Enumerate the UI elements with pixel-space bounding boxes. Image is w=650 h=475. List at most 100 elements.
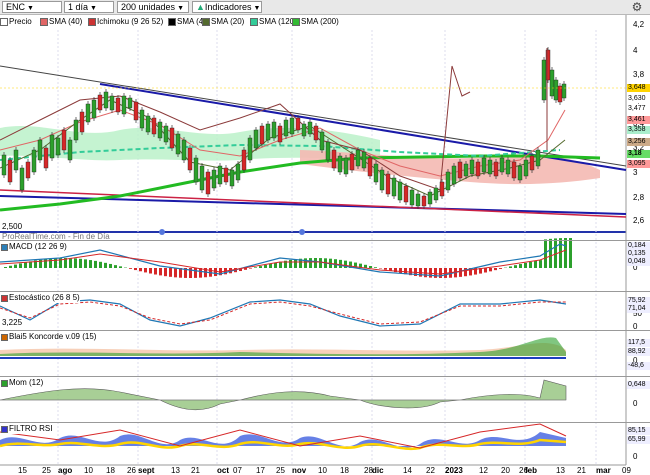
panel-value-tag: -48,6 [627, 362, 650, 370]
price-tick-label: 2,8 [633, 193, 645, 202]
candle-body [355, 149, 361, 167]
price-tick-label: 3,8 [633, 70, 645, 79]
price-value-tag: 3,18 [627, 150, 650, 158]
candle-body [529, 155, 535, 171]
candle-body [265, 123, 271, 141]
candle-body [277, 125, 283, 143]
candle-body [223, 167, 229, 183]
candle-body [403, 185, 409, 203]
indicator-panel: FILTRO RSI [0, 422, 650, 464]
candle-body [391, 177, 397, 197]
date-tick-label: 26 [127, 466, 136, 475]
candle-body [13, 149, 19, 171]
indicator-panel: MACD (12 26 9) [0, 240, 650, 290]
candle-body [43, 147, 49, 169]
date-tick-label: ago [58, 466, 73, 475]
candle-body [343, 157, 349, 175]
panel-label[interactable]: MACD (12 26 9) [1, 242, 67, 252]
candle-body [469, 159, 475, 175]
candle-body [337, 155, 343, 173]
price-value-tag: 3,461 [627, 116, 650, 124]
trendline-red [0, 189, 627, 218]
price-low-label: 2,500 [2, 222, 23, 231]
panel-swatch [1, 295, 8, 302]
date-tick-label: 25 [42, 466, 51, 475]
date-tick-label: sept [138, 466, 155, 475]
price-tick-label: 4 [633, 46, 638, 55]
candle-body [37, 139, 43, 161]
date-tick-label: oct [217, 466, 229, 475]
candle-body [25, 161, 31, 179]
panel-label[interactable]: Mom (12) [1, 378, 44, 388]
panel-label[interactable]: Blai5 Koncorde v.09 (15) [1, 332, 97, 342]
indicator-panel: Mom (12) [0, 376, 650, 421]
candle-body [557, 85, 563, 103]
panel-swatch [1, 244, 8, 251]
candle-body [91, 99, 97, 119]
date-tick-label: 25 [276, 466, 285, 475]
candle-body [307, 121, 313, 135]
candle-body [397, 181, 403, 201]
price-tick-label: 3 [633, 168, 638, 177]
candle-body [295, 117, 301, 131]
panel-value-tag: 65,99 [627, 436, 650, 444]
panel-label[interactable]: Estocástico (26 8 5) [1, 293, 80, 303]
date-tick-label: 10 [318, 466, 327, 475]
candle-body [217, 165, 223, 185]
date-tick-label: nov [292, 466, 307, 475]
panel-value-tag: 0,184 [627, 242, 650, 250]
candle-body [247, 137, 253, 161]
candle-body [523, 159, 529, 177]
date-tick-label: 07 [233, 466, 242, 475]
candle-body [253, 129, 259, 149]
panel-value-tag: 0,135 [627, 250, 650, 258]
candle-body [319, 131, 325, 151]
price-value-tag: 3,256 [627, 138, 650, 146]
panel-swatch [1, 426, 8, 433]
candle-body [115, 97, 121, 113]
candle-body [31, 149, 37, 173]
panel-label[interactable]: FILTRO RSI [1, 424, 53, 434]
candle-body [49, 134, 55, 159]
candle-body [103, 91, 109, 109]
candle-body [109, 95, 115, 111]
candle-body [445, 171, 451, 191]
price-value-tag: 3,630 [627, 95, 650, 103]
panel-value-tag: 0,048 [627, 258, 650, 266]
indicator-panel: Estocástico (26 8 5) [0, 291, 650, 329]
candle-body [241, 149, 247, 171]
candle-body [373, 163, 379, 183]
date-tick-label: 12 [479, 466, 488, 475]
panel-value-tag: 117,5 [627, 339, 650, 347]
candle-body [499, 157, 505, 173]
dividend-marker[interactable] [299, 229, 305, 235]
candle-body [157, 121, 163, 139]
candle-body [61, 129, 67, 151]
candle-body [517, 165, 523, 181]
candle-body [205, 171, 211, 195]
candle-body [535, 149, 541, 167]
date-tick-label: mar [596, 466, 611, 475]
dividend-marker[interactable] [159, 229, 165, 235]
candle-body [361, 151, 367, 169]
candle-body [187, 147, 193, 171]
candle-body [199, 165, 205, 191]
price-value-tag: 3,095 [627, 160, 650, 168]
candle-body [175, 133, 181, 155]
date-tick-label: 13 [171, 466, 180, 475]
date-tick-label: 13 [556, 466, 565, 475]
candle-body [151, 117, 157, 135]
panel-value-tag: 0,648 [627, 381, 650, 389]
panel-tick-label: 0 [633, 452, 638, 461]
candle-body [349, 153, 355, 171]
candle-body [457, 161, 463, 179]
date-tick-label: 18 [340, 466, 349, 475]
candle-body [55, 137, 61, 156]
candle-body [85, 103, 91, 123]
candle-body [259, 125, 265, 145]
candle-body [79, 111, 85, 133]
candle-body [475, 161, 481, 177]
date-tick-label: 15 [18, 466, 27, 475]
date-tick-label: 10 [84, 466, 93, 475]
candle-body [163, 125, 169, 143]
